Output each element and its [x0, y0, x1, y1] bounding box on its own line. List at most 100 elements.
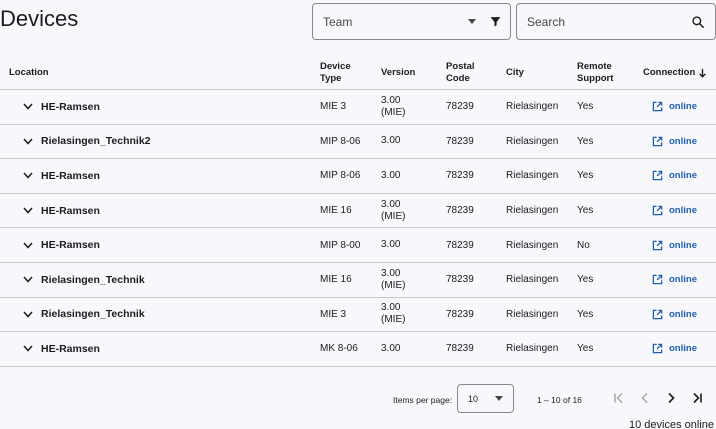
postal-code-cell: 78239: [446, 239, 474, 251]
previous-page-icon[interactable]: [637, 390, 653, 406]
connection-status-link[interactable]: online: [669, 309, 697, 320]
column-header-remote-support[interactable]: Remote Support: [577, 61, 643, 85]
connection-status-link[interactable]: online: [669, 205, 697, 216]
chevron-down-icon[interactable]: [23, 309, 33, 319]
connection-status-link[interactable]: online: [669, 170, 697, 181]
device-type-cell: MIE 3: [320, 101, 347, 113]
city-cell: Rielasingen: [506, 274, 559, 286]
column-label: Connection: [643, 66, 696, 78]
table-row[interactable]: Rielasingen_Technik MIE 16 3.00 (MIE) 78239 R…: [0, 263, 716, 298]
remote-support-cell: No: [577, 239, 590, 251]
open-in-new-icon[interactable]: [652, 101, 664, 113]
search-field[interactable]: [516, 3, 716, 40]
device-type-cell: MIE 3: [320, 308, 347, 320]
table-row[interactable]: HE-Ramsen MK 8-06 3.00 78239 Rielasingen Yes o…: [0, 332, 716, 367]
table-row[interactable]: HE-Ramsen MIP 8-00 3.00 78239 Rielasingen No o…: [0, 228, 716, 263]
devices-table: Location Device Type Version Postal Code C…: [0, 56, 716, 367]
version-cell: 3.00: [381, 239, 446, 251]
version-cell: 3.00 (MIE): [381, 199, 446, 223]
remote-support-cell: Yes: [577, 205, 594, 217]
location-cell: Rielasingen_Technik: [0, 274, 320, 286]
search-input[interactable]: [527, 14, 691, 29]
connection-cell: online: [643, 308, 716, 320]
version-suffix: (MIE): [381, 279, 406, 291]
first-page-icon[interactable]: [611, 390, 627, 406]
connection-status-link[interactable]: online: [669, 240, 697, 251]
chevron-down-icon[interactable]: [23, 102, 33, 112]
city-cell: Rielasingen: [506, 205, 559, 217]
column-header-connection[interactable]: Connection: [643, 67, 716, 79]
last-page-icon[interactable]: [689, 390, 705, 406]
open-in-new-icon[interactable]: [652, 170, 664, 182]
sort-arrow-down-icon: [698, 68, 707, 78]
chevron-down-icon[interactable]: [23, 171, 33, 181]
page-title: Devices: [0, 6, 79, 31]
chevron-down-icon[interactable]: [23, 275, 33, 285]
connection-status-link[interactable]: online: [669, 136, 697, 147]
column-label: Code: [446, 72, 470, 84]
version-cell: 3.00: [381, 135, 446, 147]
column-header-location[interactable]: Location: [0, 67, 320, 79]
device-type-cell: MIP 8-06: [320, 135, 361, 147]
open-in-new-icon[interactable]: [652, 205, 664, 217]
column-header-version[interactable]: Version: [381, 67, 446, 79]
city-cell: Rielasingen: [506, 135, 559, 147]
city-cell: Rielasingen: [506, 308, 559, 320]
chevron-down-icon[interactable]: [23, 136, 33, 146]
connection-status-link[interactable]: online: [669, 274, 697, 285]
device-type-cell: MIP 8-06: [320, 170, 361, 182]
version-number: 3.00: [381, 169, 401, 181]
version-suffix: (MIE): [381, 106, 406, 118]
version-cell: 3.00: [381, 343, 446, 355]
items-per-page-value: 10: [468, 393, 479, 404]
column-label: Device: [320, 60, 351, 72]
connection-cell: online: [643, 343, 716, 355]
table-row[interactable]: HE-Ramsen MIP 8-06 3.00 78239 Rielasingen Yes…: [0, 159, 716, 194]
connection-cell: online: [643, 135, 716, 147]
open-in-new-icon[interactable]: [652, 343, 664, 355]
open-in-new-icon[interactable]: [652, 135, 664, 147]
version-number: 3.00: [381, 94, 401, 106]
column-label: Type: [320, 72, 342, 84]
dropdown-arrow-icon: [468, 19, 476, 24]
table-row[interactable]: HE-Ramsen MIE 3 3.00 (MIE) 78239 Rielasingen Y…: [0, 90, 716, 125]
connection-status-link[interactable]: online: [669, 343, 697, 354]
page-range-label: 1 – 10 of 16: [537, 395, 582, 405]
connection-status-link[interactable]: online: [669, 101, 697, 112]
column-header-city[interactable]: City: [506, 67, 577, 79]
chevron-down-icon[interactable]: [23, 206, 33, 216]
location-cell: Rielasingen_Technik: [0, 308, 320, 320]
postal-code-cell: 78239: [446, 101, 474, 113]
column-header-postal-code[interactable]: Postal Code: [446, 61, 506, 85]
items-per-page-label: Items per page:: [393, 395, 453, 405]
chevron-down-icon[interactable]: [23, 344, 33, 354]
items-per-page-select[interactable]: 10: [457, 384, 514, 413]
column-label: Location: [9, 66, 49, 78]
postal-code-cell: 78239: [446, 274, 474, 286]
table-row[interactable]: Rielasingen_Technik2 MIP 8-06 3.00 78239 Rie…: [0, 125, 716, 160]
postal-code-cell: 78239: [446, 308, 474, 320]
column-header-device-type[interactable]: Device Type: [320, 61, 381, 85]
open-in-new-icon[interactable]: [652, 308, 664, 320]
location-cell: HE-Ramsen: [0, 343, 320, 355]
remote-support-cell: Yes: [577, 135, 594, 147]
version-number: 3.00: [381, 267, 401, 279]
search-icon[interactable]: [691, 14, 707, 30]
open-in-new-icon[interactable]: [652, 239, 664, 251]
column-label: Support: [577, 72, 614, 84]
table-row[interactable]: HE-Ramsen MIE 16 3.00 (MIE) 78239 Rielasingen…: [0, 194, 716, 229]
filter-icon[interactable]: [488, 15, 502, 29]
location-name: HE-Ramsen: [41, 204, 100, 217]
team-filter-select[interactable]: Team: [312, 3, 511, 40]
city-cell: Rielasingen: [506, 170, 559, 182]
table-row[interactable]: Rielasingen_Technik MIE 3 3.00 (MIE) 78239 Ri…: [0, 298, 716, 333]
next-page-icon[interactable]: [663, 390, 679, 406]
connection-cell: online: [643, 239, 716, 251]
device-type-cell: MIP 8-00: [320, 239, 361, 251]
postal-code-cell: 78239: [446, 343, 474, 355]
chevron-down-icon[interactable]: [23, 240, 33, 250]
open-in-new-icon[interactable]: [652, 274, 664, 286]
version-cell: 3.00: [381, 170, 446, 182]
connection-cell: online: [643, 274, 716, 286]
paginator: Items per page: 10 1 – 10 of 16: [0, 384, 716, 414]
